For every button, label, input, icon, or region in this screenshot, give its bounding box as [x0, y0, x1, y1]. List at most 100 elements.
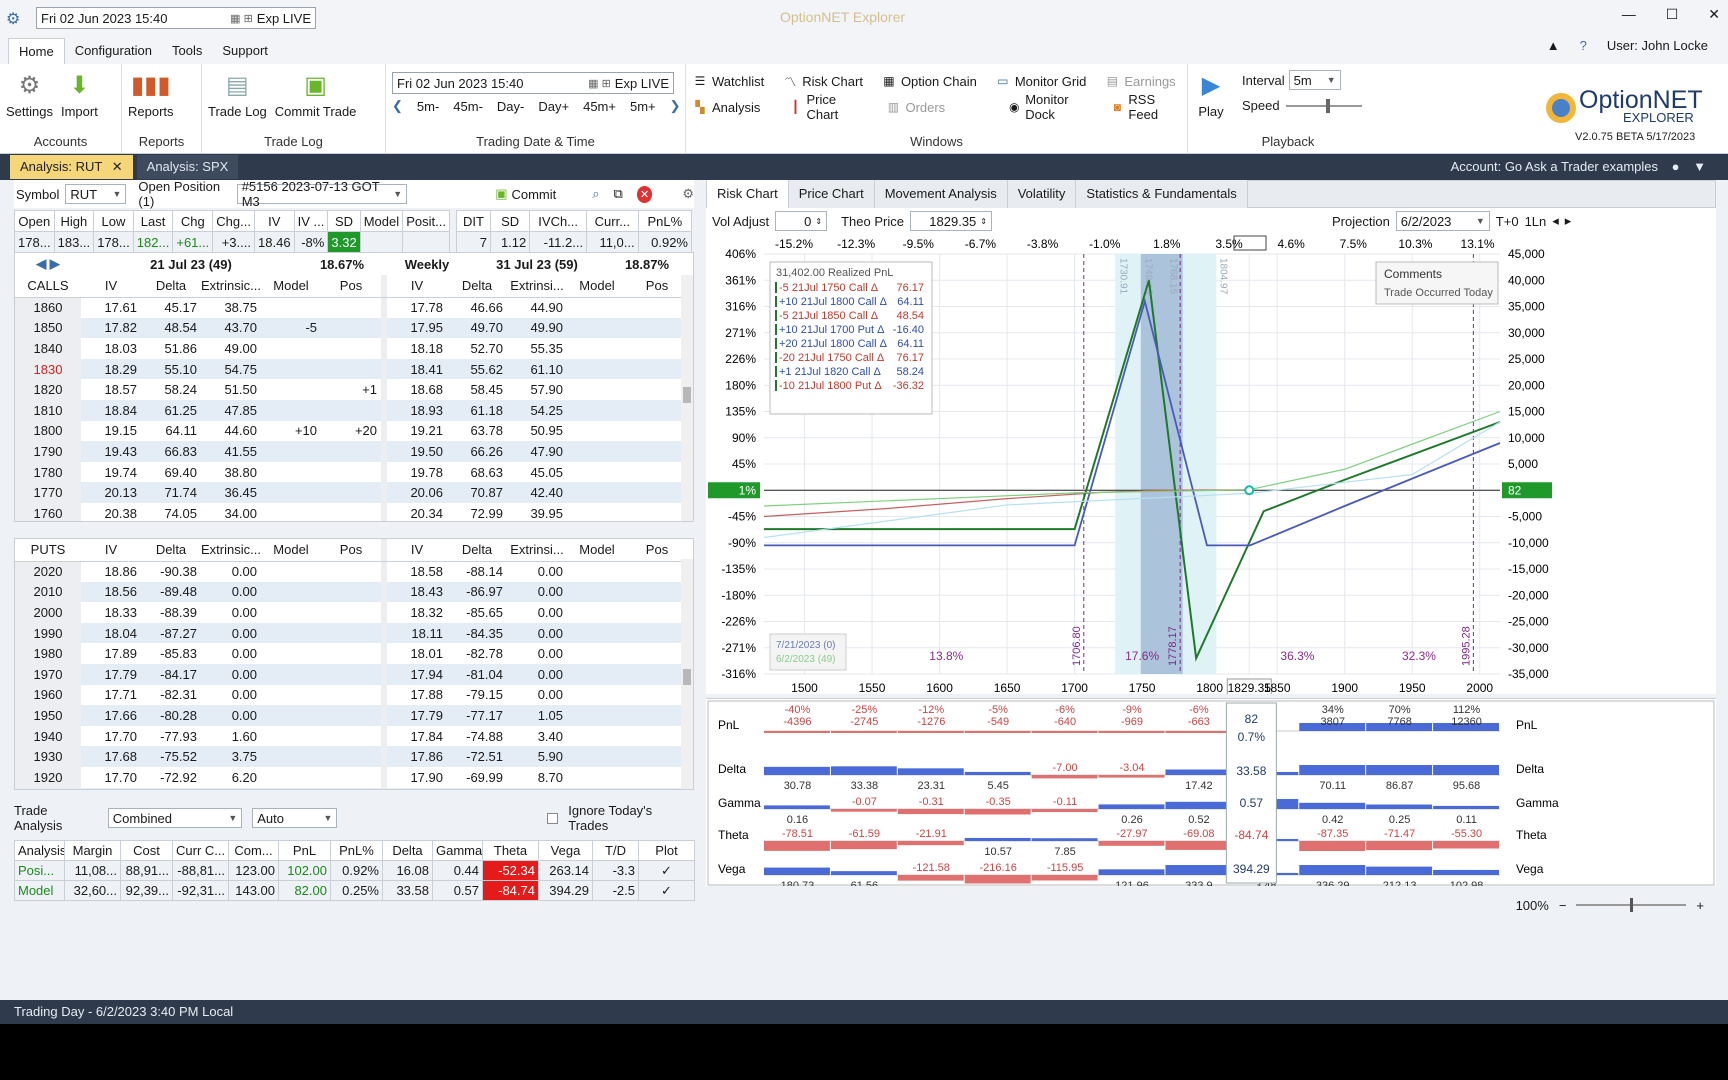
model-cell[interactable]: -5 — [261, 317, 321, 339]
pos-cell[interactable] — [627, 462, 687, 483]
search-icon[interactable]: ⌕ — [592, 186, 599, 202]
analysis-mode-select[interactable]: Combined ▼ — [107, 808, 243, 828]
model-cell[interactable] — [261, 297, 321, 318]
tab-analysis-spx[interactable]: Analysis: SPX — [136, 155, 239, 179]
model-cell[interactable] — [261, 787, 321, 789]
pos-cell[interactable] — [321, 787, 381, 789]
model-cell[interactable] — [567, 462, 627, 483]
analysis-row[interactable]: Model 32,60... 92,39... -92,31... 143.00 82.0… — [14, 880, 695, 901]
chain-row[interactable]: 1920 17.70 -72.92 6.20 17.90 -69.99 8.70 — [15, 766, 687, 788]
model-cell[interactable] — [261, 503, 321, 521]
model-cell[interactable] — [261, 561, 321, 582]
step-back-icon[interactable]: ❮ — [392, 98, 403, 114]
pos-cell[interactable] — [321, 643, 381, 664]
pos-cell[interactable]: +1 — [321, 379, 381, 400]
commit-trade-button[interactable]: ▣ Commit Trade — [275, 66, 357, 120]
watchlist-button[interactable]: ☰ Watchlist — [692, 68, 765, 94]
chain-row[interactable]: 1950 17.66 -80.28 0.00 17.79 -77.17 1.05 — [15, 705, 687, 726]
tab-price-chart[interactable]: Price Chart — [788, 180, 875, 208]
play-button[interactable]: ▶ Play — [1194, 66, 1228, 120]
chain-row[interactable]: 1820 18.57 58.24 51.50 +1 18.68 58.45 57.90 — [15, 379, 687, 400]
pos-cell[interactable] — [321, 358, 381, 380]
rss-feed-button[interactable]: ◙ RSS Feed — [1110, 92, 1181, 122]
symbol-select[interactable]: RUT ▼ — [65, 184, 127, 204]
menu-support[interactable]: Support — [212, 38, 278, 64]
pos-cell[interactable] — [627, 317, 687, 339]
theo-price-input[interactable]: 1829.35 ⇕ — [909, 211, 992, 231]
model-cell[interactable] — [567, 482, 627, 503]
close-icon[interactable]: ✕ — [1708, 6, 1720, 23]
reports-button[interactable]: ▮▮▮ Reports — [128, 66, 174, 120]
zoom-in-icon[interactable]: + — [1696, 898, 1704, 913]
model-cell[interactable] — [567, 441, 627, 462]
model-cell[interactable] — [567, 705, 627, 726]
auto-select[interactable]: Auto ▼ — [252, 808, 338, 828]
delete-icon[interactable]: ✕ — [636, 185, 653, 203]
chain-row[interactable]: 2000 18.33 -88.39 0.00 18.32 -85.65 0.00 — [15, 602, 687, 623]
pos-cell[interactable] — [321, 726, 381, 747]
vol-adjust-input[interactable]: 0 ⇕ — [775, 211, 828, 231]
t-plus-label[interactable]: T+0 — [1496, 214, 1519, 229]
calendar-icon[interactable]: ▦ ⊞ — [588, 77, 611, 90]
chain-row[interactable]: 1770 20.13 71.74 36.45 20.06 70.87 42.40 — [15, 482, 687, 503]
model-cell[interactable] — [261, 622, 321, 644]
chain-row[interactable]: 191017.75-70.129.00 17.96-67.3511.80 — [15, 787, 687, 789]
pos-cell[interactable] — [627, 643, 687, 664]
pos-cell[interactable] — [627, 581, 687, 603]
model-cell[interactable] — [261, 462, 321, 483]
pos-cell[interactable] — [321, 602, 381, 623]
analysis-cell[interactable]: ✓ — [638, 860, 695, 881]
gear-icon[interactable]: ⚙ — [682, 186, 694, 202]
pos-cell[interactable] — [627, 338, 687, 359]
model-cell[interactable] — [261, 726, 321, 747]
model-cell[interactable] — [261, 399, 321, 421]
pos-cell[interactable] — [321, 581, 381, 603]
analysis-row[interactable]: Posi... 11,08... 88,91... -88,81... 123.00 10… — [14, 860, 695, 881]
ignore-today-checkbox[interactable] — [547, 812, 559, 824]
pos-cell[interactable] — [627, 441, 687, 462]
model-cell[interactable] — [261, 663, 321, 685]
model-cell[interactable] — [567, 622, 627, 644]
tab-statistics-fundamentals[interactable]: Statistics & Fundamentals — [1076, 180, 1248, 208]
pos-cell[interactable] — [627, 561, 687, 582]
trade-log-button[interactable]: ▤ Trade Log — [208, 66, 267, 120]
step-day-fwd[interactable]: Day+ — [538, 99, 569, 114]
arrow-right-icon[interactable]: ▸ — [1565, 213, 1572, 229]
maximize-icon[interactable]: ☐ — [1666, 6, 1679, 23]
pos-cell[interactable] — [627, 421, 687, 442]
chain-row[interactable]: 1970 17.79 -84.17 0.00 17.94 -81.04 0.00 — [15, 663, 687, 685]
chain-row[interactable]: 1930 17.68 -75.52 3.75 17.86 -72.51 5.90 — [15, 746, 687, 767]
pos-cell[interactable] — [627, 746, 687, 767]
chain-row[interactable]: 1960 17.71 -82.31 0.00 17.88 -79.15 0.00 — [15, 684, 687, 706]
tab-volatility[interactable]: Volatility — [1007, 180, 1077, 208]
pos-cell[interactable] — [321, 462, 381, 483]
model-cell[interactable] — [567, 421, 627, 442]
zoom-out-icon[interactable]: − — [1559, 898, 1567, 913]
puts-scrollbar[interactable] — [681, 559, 693, 789]
help-icon[interactable]: ? — [1580, 38, 1587, 53]
model-cell[interactable] — [261, 482, 321, 503]
pos-cell[interactable] — [627, 787, 687, 789]
model-cell[interactable] — [567, 317, 627, 339]
option-chain-button[interactable]: ▦ Option Chain — [881, 68, 977, 94]
model-cell[interactable] — [567, 399, 627, 421]
model-cell[interactable]: +10 — [261, 421, 321, 442]
pos-cell[interactable] — [627, 379, 687, 400]
expiry-nav-icon[interactable]: ◀ ▶ — [15, 256, 81, 272]
pos-cell[interactable] — [321, 685, 381, 706]
pos-cell[interactable] — [627, 622, 687, 644]
price-chart-button[interactable]: ┃ Price Chart — [788, 92, 863, 122]
calendar-icon[interactable]: ▦ ⊞ — [230, 12, 253, 25]
open-position-select[interactable]: #5156 2023-07-13 GOT M3 ▼ — [236, 179, 408, 209]
pos-cell[interactable] — [627, 503, 687, 521]
model-cell[interactable] — [261, 581, 321, 603]
chain-row[interactable]: 1790 19.43 66.83 41.55 19.50 66.26 47.90 — [15, 441, 687, 462]
copy-icon[interactable]: ⧉ — [614, 186, 623, 202]
arrow-left-icon[interactable]: ◂ — [1552, 213, 1559, 229]
pos-cell[interactable] — [627, 685, 687, 706]
model-cell[interactable] — [261, 379, 321, 400]
pos-cell[interactable] — [321, 317, 381, 339]
step-5m-fwd[interactable]: 5m+ — [630, 99, 656, 114]
model-cell[interactable] — [261, 767, 321, 788]
model-cell[interactable] — [261, 643, 321, 664]
